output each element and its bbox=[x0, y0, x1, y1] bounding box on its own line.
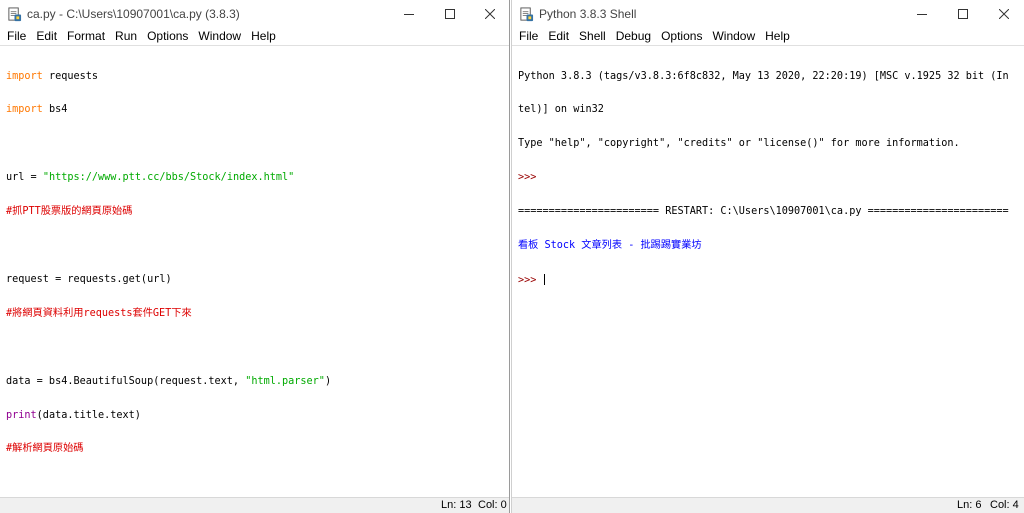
menu-run[interactable]: Run bbox=[111, 28, 141, 45]
shell-input-line[interactable]: >>> bbox=[518, 273, 1020, 286]
menu-help[interactable]: Help bbox=[761, 28, 794, 45]
menu-shell[interactable]: Shell bbox=[575, 28, 610, 45]
menu-help[interactable]: Help bbox=[247, 28, 280, 45]
shell-titlebar[interactable]: Python 3.8.3 Shell bbox=[512, 0, 1024, 28]
maximize-icon bbox=[958, 9, 968, 19]
menu-file[interactable]: File bbox=[515, 28, 542, 45]
code-line: import requests bbox=[6, 71, 505, 82]
python-idle-icon bbox=[520, 7, 534, 22]
menu-options[interactable]: Options bbox=[657, 28, 706, 45]
menu-window[interactable]: Window bbox=[194, 28, 245, 45]
maximize-button[interactable] bbox=[430, 0, 470, 28]
code-text: requests bbox=[42, 70, 99, 82]
code-text: bs4 bbox=[42, 104, 68, 116]
code-line: request = requests.get(url) bbox=[6, 274, 505, 285]
minimize-icon bbox=[404, 14, 414, 15]
shell-prompt: >>> bbox=[518, 274, 537, 286]
keyword: import bbox=[6, 70, 43, 82]
comment: #將網頁資料利用requests套件GET下來 bbox=[6, 307, 192, 319]
code-line: import bs4 bbox=[6, 104, 505, 115]
close-icon bbox=[999, 9, 1009, 19]
code-line: url = "https://www.ptt.cc/bbs/Stock/inde… bbox=[6, 172, 505, 183]
comment: #抓PTT股票版的網頁原始碼 bbox=[6, 206, 133, 218]
python-idle-icon bbox=[8, 7, 22, 22]
code-text: (data.title.text) bbox=[36, 409, 141, 421]
banner-line: tel)] on win32 bbox=[518, 104, 604, 116]
string-literal: "html.parser" bbox=[245, 375, 325, 387]
editor-menubar: File Edit Format Run Options Window Help bbox=[0, 28, 509, 45]
line-number: Ln: 6 bbox=[957, 499, 982, 511]
text-cursor bbox=[543, 273, 545, 285]
string-literal: "https://www.ptt.cc/bbs/Stock/index.html… bbox=[42, 172, 295, 184]
menu-window[interactable]: Window bbox=[708, 28, 759, 45]
editor-text-area[interactable]: import requests import bs4 url = "https:… bbox=[0, 45, 509, 497]
comment: #解析網頁原始碼 bbox=[6, 443, 84, 455]
code-text: ) bbox=[324, 375, 332, 387]
line-number: Ln: 13 bbox=[441, 499, 472, 511]
editor-title: ca.py - C:\Users\10907001\ca.py (3.8.3) bbox=[27, 7, 240, 21]
minimize-icon bbox=[917, 14, 927, 15]
editor-titlebar[interactable]: ca.py - C:\Users\10907001\ca.py (3.8.3) bbox=[0, 0, 509, 28]
minimize-button[interactable] bbox=[902, 0, 942, 28]
code-line: #抓PTT股票版的網頁原始碼 bbox=[6, 206, 505, 217]
program-output: 看板 Stock 文章列表 - 批踢踢實業坊 bbox=[518, 240, 702, 252]
code-block: import requests import bs4 url = "https:… bbox=[6, 48, 505, 477]
shell-prompt: >>> bbox=[518, 172, 537, 184]
shell-output: Python 3.8.3 (tags/v3.8.3:6f8c832, May 1… bbox=[518, 48, 1020, 308]
close-icon bbox=[485, 9, 495, 19]
minimize-button[interactable] bbox=[389, 0, 429, 28]
restart-line: ======================= RESTART: C:\User… bbox=[518, 206, 1009, 218]
close-button[interactable] bbox=[984, 0, 1024, 28]
shell-window: Python 3.8.3 Shell File Edit Shell Debug… bbox=[511, 0, 1024, 513]
menu-file[interactable]: File bbox=[3, 28, 30, 45]
shell-title: Python 3.8.3 Shell bbox=[539, 7, 637, 21]
column-number: Col: 0 bbox=[478, 499, 507, 511]
code-line: #將網頁資料利用requests套件GET下來 bbox=[6, 308, 505, 319]
banner-line: Python 3.8.3 (tags/v3.8.3:6f8c832, May 1… bbox=[518, 70, 1009, 82]
close-button[interactable] bbox=[470, 0, 509, 28]
shell-menubar: File Edit Shell Debug Options Window Hel… bbox=[512, 28, 1024, 45]
shell-statusbar: Ln: 6 Col: 4 bbox=[512, 497, 1024, 513]
menu-debug[interactable]: Debug bbox=[612, 28, 655, 45]
editor-window: ca.py - C:\Users\10907001\ca.py (3.8.3) … bbox=[0, 0, 510, 513]
code-line: #解析網頁原始碼 bbox=[6, 443, 505, 454]
menu-edit[interactable]: Edit bbox=[32, 28, 61, 45]
menu-format[interactable]: Format bbox=[63, 28, 109, 45]
maximize-icon bbox=[445, 9, 455, 19]
builtin: print bbox=[6, 409, 37, 421]
menu-edit[interactable]: Edit bbox=[544, 28, 573, 45]
editor-statusbar: Ln: 13 Col: 0 bbox=[0, 497, 509, 513]
code-text: request = requests.get(url) bbox=[6, 273, 172, 285]
shell-text-area[interactable]: Python 3.8.3 (tags/v3.8.3:6f8c832, May 1… bbox=[512, 45, 1024, 497]
banner-line: Type "help", "copyright", "credits" or "… bbox=[518, 138, 960, 150]
maximize-button[interactable] bbox=[943, 0, 983, 28]
column-number: Col: 4 bbox=[990, 499, 1019, 511]
code-line: data = bs4.BeautifulSoup(request.text, "… bbox=[6, 376, 505, 387]
menu-options[interactable]: Options bbox=[143, 28, 192, 45]
code-text: data = bs4.BeautifulSoup(request.text, bbox=[6, 375, 246, 387]
keyword: import bbox=[6, 104, 43, 116]
code-line: print(data.title.text) bbox=[6, 410, 505, 421]
code-text: url = bbox=[6, 172, 43, 184]
